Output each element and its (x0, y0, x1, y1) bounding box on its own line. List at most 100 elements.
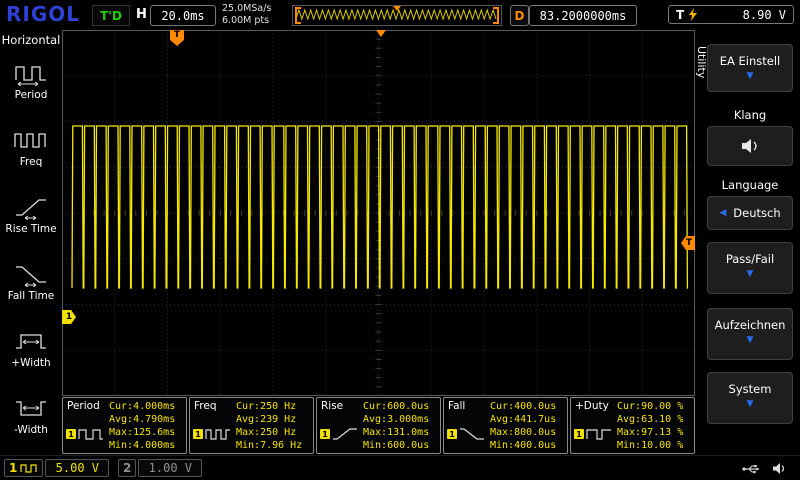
rigol-logo: RIGOL (6, 2, 80, 26)
language-title: Language (707, 178, 793, 192)
ch1-waveform-trace (62, 30, 695, 396)
minimap-right-bracket-icon (493, 7, 499, 24)
meas-min: Min:600.0us (363, 439, 429, 452)
meas-max: Max:97.13 % (617, 426, 683, 439)
chevron-left-icon: ◀ (719, 208, 726, 218)
button-label: System (708, 382, 792, 396)
channel-1-number: 1 (9, 461, 17, 475)
language-button[interactable]: ◀ Deutsch (707, 196, 793, 230)
left-menu-item-freq[interactable]: Freq (0, 119, 62, 185)
measurement-source-icon: 1 (66, 426, 104, 442)
trigger-label: T (676, 8, 684, 22)
waveform-minimap[interactable] (292, 5, 502, 26)
minus-width-icon (13, 395, 49, 421)
meas-max: Max:250 Hz (236, 426, 302, 439)
horizontal-label: H (136, 7, 147, 22)
left-menu-item-minus-width[interactable]: -Width (0, 387, 62, 453)
system-button[interactable]: System ▼ (707, 372, 793, 424)
rise-time-icon (13, 194, 49, 220)
meas-avg: Avg:3.000ms (363, 413, 429, 426)
meas-min: Min:400.0us (490, 439, 556, 452)
klang-button[interactable] (707, 126, 793, 166)
trigger-info-box: T 8.90 V (668, 5, 794, 24)
meas-avg: Avg:441.7us (490, 413, 556, 426)
acquisition-info: 25.0MSa/s 6.00M pts (222, 3, 271, 27)
meas-max: Max:800.0us (490, 426, 556, 439)
button-label: Pass/Fail (708, 252, 792, 266)
minimap-trigger-marker-icon (393, 6, 401, 11)
usb-icon (742, 463, 764, 475)
beeper-icon (772, 462, 786, 475)
left-menu-label: Fall Time (0, 290, 62, 302)
left-menu-label: Freq (0, 156, 62, 168)
channel-2-number: 2 (123, 461, 131, 475)
meas-min: Min:4.000ms (109, 439, 175, 452)
klang-title: Klang (707, 108, 793, 122)
chevron-down-icon: ▼ (708, 335, 792, 345)
left-menu-item-plus-width[interactable]: +Width (0, 320, 62, 386)
minimap-left-bracket-icon (295, 7, 301, 24)
meas-max: Max:125.6ms (109, 426, 175, 439)
button-label: Aufzeichnen (708, 318, 792, 332)
oscilloscope-screen: RIGOL T'D H 20.0ms 25.0MSa/s 6.00M pts D… (0, 0, 800, 480)
left-menu-item-period[interactable]: Period (0, 52, 62, 118)
left-menu-title: Horizontal (0, 30, 62, 47)
ch1-badge: 1 (66, 429, 76, 439)
measurement-rise: Rise 1 Cur:600.0us Avg:3.000ms Max:131.0… (316, 397, 441, 454)
button-label: EA Einstell (708, 54, 792, 68)
plus-width-icon (13, 328, 49, 354)
duty-glyph-icon (586, 426, 612, 442)
utility-soft-menu: Utility EA Einstell ▼ Klang Language ◀ D… (695, 30, 800, 455)
measurement-values: Cur:600.0us Avg:3.000ms Max:131.0ms Min:… (363, 400, 429, 452)
measurement-title: Fall (448, 400, 465, 412)
left-menu-label: Period (0, 89, 62, 101)
measurement-title: Rise (321, 400, 343, 412)
left-menu-item-rise-time[interactable]: Rise Time (0, 186, 62, 252)
fall-glyph-icon (459, 426, 485, 442)
rise-glyph-icon (332, 426, 358, 442)
channel-1-indicator[interactable]: 1 5.00 V (4, 459, 109, 477)
trigger-status-badge: T'D (92, 5, 130, 26)
delay-badge: D (510, 5, 529, 26)
meas-cur: Cur:400.0us (490, 400, 556, 413)
meas-avg: Avg:239 Hz (236, 413, 302, 426)
trigger-level-value: 8.90 V (743, 8, 786, 22)
record-button[interactable]: Aufzeichnen ▼ (707, 308, 793, 360)
speaker-icon (740, 137, 760, 155)
sample-rate: 25.0MSa/s (222, 3, 271, 15)
waveform-display-area: T T 1 (62, 30, 695, 396)
ea-einstell-button[interactable]: EA Einstell ▼ (707, 44, 793, 92)
trigger-delay-marker-icon[interactable] (376, 30, 386, 37)
channel-2-id-box: 2 (118, 459, 136, 477)
meas-min: Min:7.96 Hz (236, 439, 302, 452)
chevron-down-icon: ▼ (708, 399, 792, 409)
delay-display: 83.2000000ms (529, 5, 637, 26)
channel-2-indicator[interactable]: 2 1.00 V (118, 459, 202, 477)
timebase-display: 20.0ms (150, 5, 216, 26)
fall-time-icon (13, 261, 49, 287)
channel-1-id-box: 1 (4, 459, 43, 477)
ch1-badge: 1 (193, 429, 203, 439)
channel-1-scale: 5.00 V (45, 459, 109, 477)
left-menu-label: Rise Time (0, 223, 62, 235)
period-glyph-icon (78, 426, 104, 442)
measurement-freq: Freq 1 Cur:250 Hz Avg:239 Hz Max:250 Hz … (189, 397, 314, 454)
measurement-title: Freq (194, 400, 217, 412)
measurement-source-icon: 1 (447, 426, 485, 442)
trigger-edge-icon (689, 8, 697, 21)
measurement-fall: Fall 1 Cur:400.0us Avg:441.7us Max:800.0… (443, 397, 568, 454)
pass-fail-button[interactable]: Pass/Fail ▼ (707, 242, 793, 294)
measurement-results-row: Period 1 Cur:4.000ms Avg:4.790ms Max:125… (62, 397, 695, 454)
horizontal-measure-menu: Horizontal Period Freq Rise Time (0, 30, 62, 455)
language-value: Deutsch (733, 206, 780, 220)
measurement-values: Cur:4.000ms Avg:4.790ms Max:125.6ms Min:… (109, 400, 175, 452)
measurement-period: Period 1 Cur:4.000ms Avg:4.790ms Max:125… (62, 397, 187, 454)
ch1-badge: 1 (574, 429, 584, 439)
measurement-source-icon: 1 (320, 426, 358, 442)
channel-status-bar: 1 5.00 V 2 1.00 V (0, 455, 800, 480)
chevron-down-icon: ▼ (708, 71, 792, 81)
measurement-plus-duty: +Duty 1 Cur:90.00 % Avg:63.10 % Max:97.1… (570, 397, 695, 454)
measurement-values: Cur:400.0us Avg:441.7us Max:800.0us Min:… (490, 400, 556, 452)
freq-glyph-icon (205, 426, 231, 442)
left-menu-item-fall-time[interactable]: Fall Time (0, 253, 62, 319)
